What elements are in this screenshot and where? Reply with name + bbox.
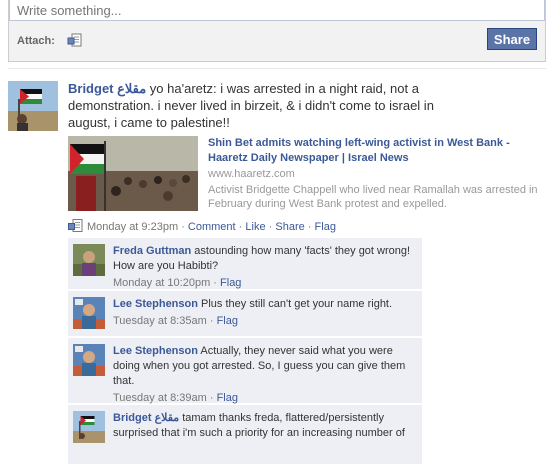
comment-text: Plus they still can't get your name righ… [197, 298, 393, 310]
story-meta: Monday at 9:23pm · Comment · Like · Shar… [68, 219, 336, 233]
comment-author-link[interactable]: Bridget مقلاع [113, 412, 179, 424]
separator: · [213, 277, 217, 289]
separator: · [238, 221, 243, 233]
avatar[interactable] [8, 81, 58, 131]
comment-author-link[interactable]: Lee Stephenson [113, 345, 198, 357]
comment-avatar[interactable] [73, 344, 105, 376]
comment-meta: Monday at 10:20pm · Flag [113, 276, 418, 291]
comment: Lee Stephenson Plus they still can't get… [68, 291, 422, 337]
comment-link[interactable]: Comment [188, 221, 236, 233]
comment-timestamp: Tuesday at 8:39am [113, 392, 207, 404]
share-link[interactable]: Share [275, 221, 304, 233]
comment-body: Freda Guttman astounding how many 'facts… [113, 244, 418, 291]
comment-author-link[interactable]: Lee Stephenson [113, 298, 198, 310]
attachment-title-link[interactable]: Shin Bet admits watching left-wing activ… [208, 136, 538, 166]
comment-timestamp: Tuesday at 8:35am [113, 315, 207, 327]
story-author-link[interactable]: Bridget مقلاع [68, 81, 146, 96]
separator: · [307, 221, 312, 233]
comment: Bridget مقلاع tamam thanks freda, flatte… [68, 405, 422, 465]
comment-body: Lee Stephenson Actually, they never said… [113, 344, 418, 406]
comment-meta: Tuesday at 8:35am · Flag [113, 314, 418, 329]
comment-body: Lee Stephenson Plus they still can't get… [113, 297, 418, 329]
attach-file-icon[interactable] [67, 33, 83, 47]
story-message: Bridget مقلاع yo ha'aretz: i was arreste… [68, 80, 448, 131]
comment-meta: Tuesday at 8:39am · Flag [113, 391, 418, 406]
like-link[interactable]: Like [245, 221, 265, 233]
comment-timestamp: Monday at 10:20pm [113, 277, 211, 289]
comment: Lee Stephenson Actually, they never said… [68, 338, 422, 404]
divider [8, 68, 546, 69]
comment: Freda Guttman astounding how many 'facts… [68, 238, 422, 290]
comment-avatar[interactable] [73, 411, 105, 443]
attachment-domain: www.haaretz.com [208, 168, 295, 180]
separator: · [209, 392, 214, 404]
status-input[interactable] [9, 0, 545, 21]
composer: Attach: Share [8, 0, 546, 62]
attachment-thumbnail[interactable] [68, 136, 198, 211]
comment-flag-link[interactable]: Flag [217, 315, 238, 327]
comment-flag-link[interactable]: Flag [220, 277, 241, 289]
attach-label: Attach: [17, 35, 55, 47]
separator: · [209, 315, 214, 327]
comment-body: Bridget مقلاع tamam thanks freda, flatte… [113, 411, 418, 441]
share-button[interactable]: Share [487, 28, 537, 50]
comment-flag-link[interactable]: Flag [217, 392, 238, 404]
story-timestamp: Monday at 9:23pm [87, 221, 179, 233]
comment-avatar[interactable] [73, 297, 105, 329]
separator: · [268, 221, 273, 233]
separator: · [181, 221, 185, 233]
link-post-icon [68, 219, 83, 232]
comment-author-link[interactable]: Freda Guttman [113, 245, 191, 257]
flag-link[interactable]: Flag [315, 221, 336, 233]
attachment-description: Activist Bridgette Chappell who lived ne… [208, 184, 538, 210]
comment-avatar[interactable] [73, 244, 105, 276]
